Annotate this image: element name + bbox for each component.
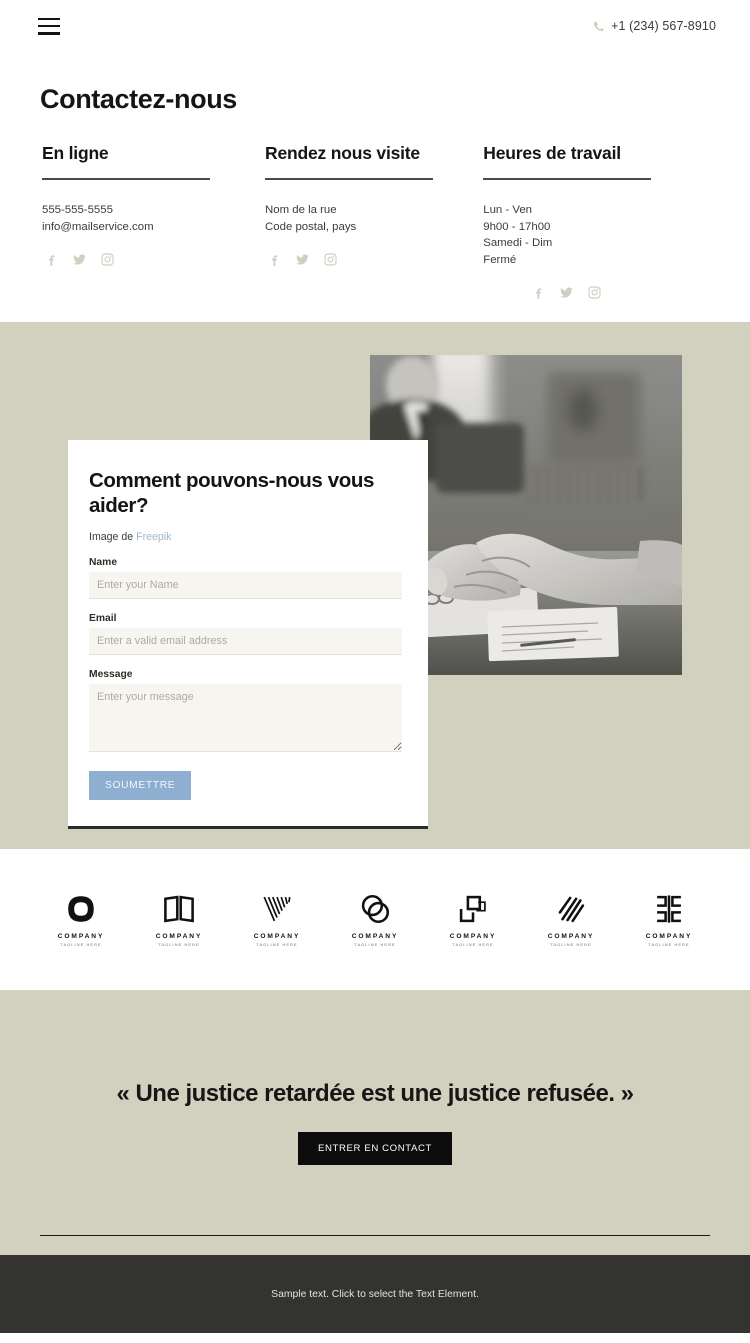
column-lines: 555-555-5555 info@mailservice.com [42,202,261,235]
address-line-postal: Code postal, pays [265,220,357,233]
open-book-logo [164,896,194,923]
phone-icon [593,20,604,31]
quote-text: « Une justice retardée est une justice r… [116,1080,634,1108]
rounded-square-o-logo [68,896,94,923]
logo-item[interactable]: COMPANY TAGLINE HERE [336,892,414,947]
logo-tagline: TAGLINE HERE [60,942,102,948]
site-footer: Sample text. Click to select the Text El… [0,1255,750,1334]
partner-logos-band: COMPANY TAGLINE HERE COMPANY TAGLINE HER… [0,849,750,991]
logo-item[interactable]: COMPANY TAGLINE HERE [140,892,218,947]
logo-item[interactable]: COMPANY TAGLINE HERE [532,892,610,947]
contact-line-email: info@mailservice.com [42,220,154,233]
hamburger-bar [38,17,60,21]
double-circle-logo [361,895,390,924]
contact-column-online: En ligne 555-555-5555 info@mailservice.c… [38,143,261,300]
social-links [267,252,479,267]
logo-tagline: TAGLINE HERE [648,942,690,948]
name-label: Name [89,557,118,569]
hours-line-weekend-times: Fermé [483,253,517,266]
logo-name: COMPANY [449,933,497,941]
logo-name: COMPANY [253,933,301,941]
contact-form-card: Comment pouvons-nous vous aider? Image d… [68,440,428,830]
contact-column-visit: Rendez nous visite Nom de la rue Code po… [261,143,479,300]
logo-item[interactable]: COMPANY TAGLINE HERE [238,892,316,947]
image-credit: Image de Freepik [89,531,402,543]
column-heading: Rendez nous visite [265,143,420,163]
twitter-icon[interactable] [559,285,574,300]
address-line-street: Nom de la rue [265,204,337,216]
facebook-icon[interactable] [44,252,59,267]
column-lines: Lun - Ven 9h00 - 17h00 Samedi - Dim Ferm… [483,202,712,268]
twitter-icon[interactable] [295,252,310,267]
twitter-icon[interactable] [72,252,87,267]
message-textarea[interactable] [89,684,402,753]
instagram-icon[interactable] [323,252,338,267]
contact-line-phone: 555-555-5555 [42,204,113,216]
logo-name: COMPANY [351,933,399,941]
instagram-icon[interactable] [587,285,602,300]
page-title: Contactez-nous [40,84,237,114]
facebook-icon[interactable] [267,252,282,267]
logo-name: COMPANY [155,933,203,941]
logo-item[interactable]: COMPANY TAGLINE HERE [434,892,512,947]
column-heading: En ligne [42,143,109,163]
contact-section: Contactez-nous En ligne 555-555-5555 inf… [0,52,750,301]
contact-columns: En ligne 555-555-5555 info@mailservice.c… [38,143,712,300]
image-credit-prefix: Image de [89,531,137,544]
instagram-icon[interactable] [100,252,115,267]
quote-section: « Une justice retardée est une justice r… [0,990,750,1256]
contact-cta-button[interactable]: ENTRER EN CONTACT [298,1132,452,1166]
message-label: Message [89,669,133,681]
diagonal-lines-logo [558,897,585,923]
logo-tagline: TAGLINE HERE [550,942,592,948]
email-label: Email [89,613,117,625]
logo-tagline: TAGLINE HERE [158,942,200,948]
submit-button[interactable]: SOUMETTRE [89,771,192,801]
logo-name: COMPANY [547,933,595,941]
email-input[interactable] [89,628,402,656]
logo-tagline: TAGLINE HERE [354,942,396,948]
mirrored-bracket-logo [657,895,681,923]
hours-line-weekend: Samedi - Dim [483,237,553,250]
contact-form-section: Comment pouvons-nous vous aider? Image d… [0,322,750,850]
freepik-link[interactable]: Freepik [136,531,171,543]
column-rule [265,178,434,180]
social-links [44,252,261,267]
squares-corner-logo [459,896,486,923]
field-name: Name [89,557,402,600]
logo-tagline: TAGLINE HERE [452,942,494,948]
social-links [531,285,712,300]
field-message: Message [89,669,402,757]
logo-name: COMPANY [645,933,693,941]
striped-v-logo [263,897,291,922]
header-phone[interactable]: +1 (234) 567-8910 [592,19,716,33]
column-heading: Heures de travail [483,143,621,163]
logo-item[interactable]: COMPANY TAGLINE HERE [42,892,120,947]
section-divider [40,1234,710,1237]
logo-item[interactable]: COMPANY TAGLINE HERE [630,892,708,947]
hamburger-bar [38,31,60,35]
footer-sample-text[interactable]: Sample text. Click to select the Text El… [271,1289,479,1300]
form-title: Comment pouvons-nous vous aider? [89,469,374,518]
site-header: +1 (234) 567-8910 [0,0,750,52]
facebook-icon[interactable] [531,285,546,300]
logo-tagline: TAGLINE HERE [256,942,298,948]
field-email: Email [89,613,402,656]
logo-name: COMPANY [57,933,105,941]
column-rule [483,178,652,180]
hours-line-weekday-times: 9h00 - 17h00 [483,220,551,233]
hours-line-weekdays: Lun - Ven [483,204,533,216]
contact-column-hours: Heures de travail Lun - Ven 9h00 - 17h00… [479,143,712,300]
column-rule [42,178,210,180]
header-phone-number: +1 (234) 567-8910 [611,19,716,33]
hamburger-icon[interactable] [38,17,60,35]
hamburger-bar [38,24,60,28]
column-lines: Nom de la rue Code postal, pays [265,202,479,235]
name-input[interactable] [89,572,402,600]
